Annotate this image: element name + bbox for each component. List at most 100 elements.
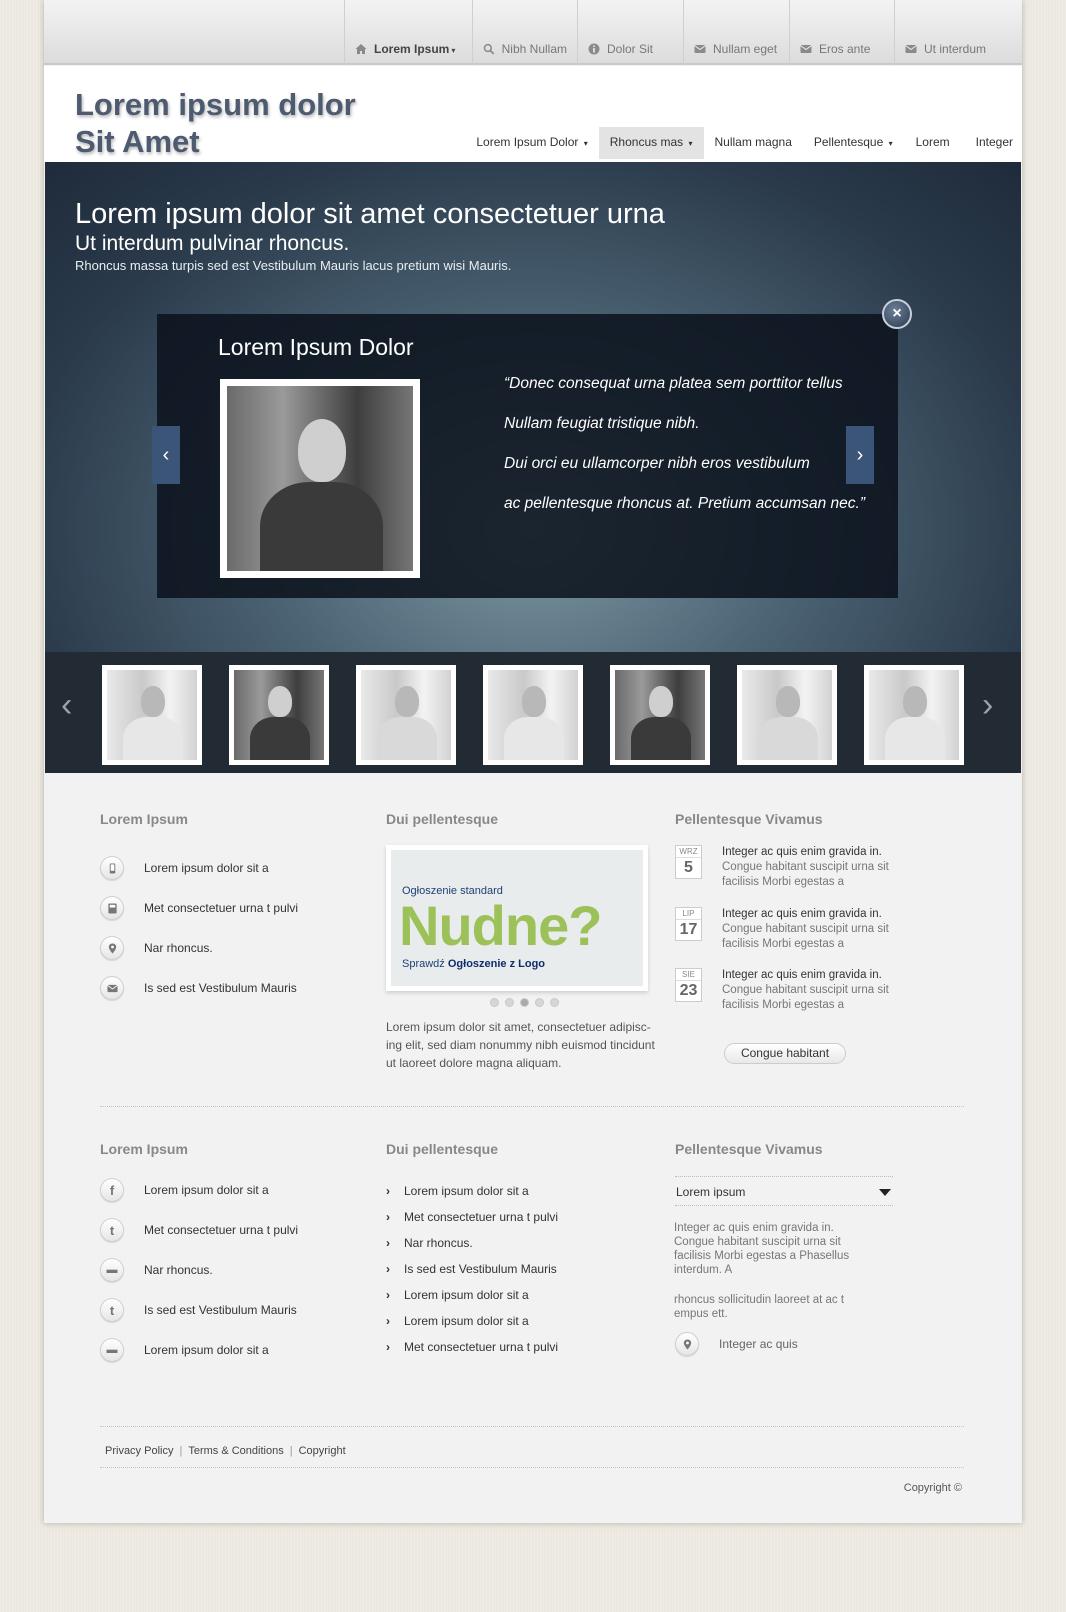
select-dropdown[interactable]: Lorem ipsum bbox=[675, 1176, 893, 1206]
thumbnail[interactable] bbox=[356, 665, 456, 765]
link-list-item[interactable]: › Is sed est Vestibulum Mauris bbox=[386, 1262, 557, 1276]
twitter-icon: t bbox=[100, 1298, 124, 1322]
strip-prev-arrow[interactable]: ‹ bbox=[61, 686, 72, 725]
link-list-item[interactable]: › Lorem ipsum dolor sit a bbox=[386, 1314, 529, 1328]
ad-banner[interactable]: Ogłoszenie standard Nudne? Sprawdź Ogłos… bbox=[386, 845, 648, 991]
top-nav: Lorem Ipsum ▾ Nibh Nullam Dolor Sit Nulla… bbox=[344, 0, 1022, 65]
slide-next-button[interactable]: › bbox=[846, 426, 874, 484]
thumbnail[interactable] bbox=[229, 665, 329, 765]
home-icon bbox=[355, 44, 367, 54]
contact-item-email[interactable]: Is sed est Vestibulum Mauris bbox=[100, 976, 297, 1000]
contact-item-phone[interactable]: Lorem ipsum dolor sit a bbox=[100, 856, 269, 880]
top-nav-item-lorem-ipsum[interactable]: Lorem Ipsum ▾ bbox=[344, 0, 472, 65]
social-link-youtube[interactable]: ▬ Lorem ipsum dolor sit a bbox=[100, 1338, 269, 1362]
main-nav-item-pellentesque[interactable]: Pellentesque ▾ bbox=[803, 127, 904, 159]
top-nav-item-eros-ante[interactable]: Eros ante bbox=[789, 0, 894, 65]
news-item[interactable]: LIP 17 Integer ac quis enim gravida in. Co… bbox=[675, 907, 897, 952]
chevron-right-icon: › bbox=[386, 1184, 390, 1198]
section1-col2-title: Dui pellentesque bbox=[386, 811, 499, 827]
hero-banner: Lorem ipsum dolor sit amet consectetuer … bbox=[45, 162, 1021, 652]
chevron-right-icon: › bbox=[386, 1262, 390, 1276]
social-link-youtube[interactable]: ▬ Nar rhoncus. bbox=[100, 1258, 213, 1282]
mail-icon bbox=[905, 45, 917, 53]
youtube-icon: ▬ bbox=[100, 1338, 124, 1362]
mail-icon bbox=[694, 45, 706, 53]
page: Lorem Ipsum ▾ Nibh Nullam Dolor Sit Nulla… bbox=[44, 0, 1022, 1523]
footer-link-terms[interactable]: Terms & Conditions bbox=[188, 1445, 283, 1457]
social-link-twitter[interactable]: t Met consectetuer urna t pulvi bbox=[100, 1218, 298, 1242]
slide-prev-button[interactable]: ‹ bbox=[152, 426, 180, 484]
slider-dot-active[interactable] bbox=[520, 998, 529, 1007]
header: Lorem ipsum dolor Sit Amet Lorem Ipsum D… bbox=[44, 66, 1022, 162]
chevron-down-icon: ▾ bbox=[583, 139, 588, 148]
top-nav-item-nullam-eget[interactable]: Nullam eget bbox=[683, 0, 789, 65]
main-nav-item-rhoncus-mas[interactable]: Rhoncus mas ▾ bbox=[598, 127, 704, 159]
section1-col3-title: Pellentesque Vivamus bbox=[675, 811, 823, 827]
phone-icon bbox=[100, 856, 124, 880]
footer-links: Privacy Policy | Terms & Conditions | Co… bbox=[105, 1445, 346, 1457]
section1-col1-title: Lorem Ipsum bbox=[100, 811, 188, 827]
chevron-right-icon: › bbox=[386, 1288, 390, 1302]
map-pin-icon bbox=[100, 936, 124, 960]
chevron-right-icon: › bbox=[386, 1340, 390, 1354]
link-list-item[interactable]: › Nar rhoncus. bbox=[386, 1236, 473, 1250]
thumbnail[interactable] bbox=[737, 665, 837, 765]
top-nav-item-nibh-nullam[interactable]: Nibh Nullam bbox=[472, 0, 577, 65]
thumbnail[interactable] bbox=[864, 665, 964, 765]
chevron-left-icon: ‹ bbox=[162, 444, 170, 466]
copyright-text: Copyright © bbox=[903, 1482, 962, 1494]
ad-slider-dots bbox=[490, 998, 559, 1007]
chevron-right-icon: › bbox=[856, 444, 864, 466]
slide-close-button[interactable]: × bbox=[882, 299, 912, 329]
footer-link-privacy[interactable]: Privacy Policy bbox=[105, 1445, 173, 1457]
mail-icon bbox=[800, 45, 812, 53]
footer-link-copyright[interactable]: Copyright bbox=[299, 1445, 346, 1457]
map-pin-icon bbox=[675, 1332, 699, 1356]
chevron-down-icon: ▾ bbox=[688, 139, 693, 148]
info-paragraph: Integer ac quis enim gravida in. Congue … bbox=[674, 1222, 850, 1276]
slider-dot[interactable] bbox=[535, 998, 544, 1007]
thumbnail[interactable] bbox=[102, 665, 202, 765]
slider-dot[interactable] bbox=[490, 998, 499, 1007]
main-nav-item-integer[interactable]: Integer bbox=[965, 127, 1022, 159]
info-paragraph: rhoncus sollicitudin laoreet at ac t emp… bbox=[674, 1294, 845, 1320]
location-item[interactable]: Integer ac quis bbox=[675, 1332, 798, 1356]
site-logo[interactable]: Lorem ipsum dolor Sit Amet bbox=[75, 86, 356, 160]
fax-icon bbox=[100, 896, 124, 920]
mail-icon bbox=[100, 976, 124, 1000]
link-list-item[interactable]: › Met consectetuer urna t pulvi bbox=[386, 1340, 558, 1354]
testimonial-quote: “Donec consequat urna platea sem porttit… bbox=[504, 375, 865, 512]
chevron-right-icon: › bbox=[386, 1210, 390, 1224]
congue-habitant-button[interactable]: Congue habitant bbox=[724, 1043, 846, 1064]
slider-dot[interactable] bbox=[550, 998, 559, 1007]
strip-next-arrow[interactable]: › bbox=[982, 686, 993, 725]
top-nav-item-dolor-sit[interactable]: Dolor Sit bbox=[577, 0, 683, 65]
top-nav-item-ut-interdum[interactable]: Ut interdum bbox=[894, 0, 1022, 65]
main-nav-item-lorem-ipsum-dolor[interactable]: Lorem Ipsum Dolor ▾ bbox=[465, 127, 598, 159]
chevron-right-icon: › bbox=[386, 1236, 390, 1250]
contact-item-fax[interactable]: Met consectetuer urna t pulvi bbox=[100, 896, 298, 920]
footer-divider bbox=[100, 1426, 964, 1427]
social-link-twitter[interactable]: t Is sed est Vestibulum Mauris bbox=[100, 1298, 297, 1322]
thumbnail[interactable] bbox=[483, 665, 583, 765]
chevron-right-icon: › bbox=[386, 1314, 390, 1328]
link-list-item[interactable]: › Lorem ipsum dolor sit a bbox=[386, 1184, 529, 1198]
thumbnail[interactable] bbox=[610, 665, 710, 765]
link-list-item[interactable]: › Met consectetuer urna t pulvi bbox=[386, 1210, 558, 1224]
hero-title: Lorem ipsum dolor sit amet consectetuer … bbox=[75, 198, 665, 230]
contact-item-location[interactable]: Nar rhoncus. bbox=[100, 936, 213, 960]
social-link-facebook[interactable]: f Lorem ipsum dolor sit a bbox=[100, 1178, 269, 1202]
main-nav-item-lorem[interactable]: Lorem bbox=[904, 127, 965, 159]
close-icon: × bbox=[892, 305, 902, 322]
main-nav-item-nullam-magna[interactable]: Nullam magna bbox=[704, 127, 803, 159]
news-item[interactable]: WRZ 5 Integer ac quis enim gravida in. Con… bbox=[675, 845, 897, 890]
chevron-left-icon: ‹ bbox=[61, 686, 73, 724]
testimonial-slide: Lorem Ipsum Dolor “Donec consequat urna … bbox=[157, 314, 898, 598]
section-divider bbox=[100, 1106, 964, 1107]
slider-dot[interactable] bbox=[505, 998, 514, 1007]
link-list-item[interactable]: › Lorem ipsum dolor sit a bbox=[386, 1288, 529, 1302]
news-item[interactable]: SIE 23 Integer ac quis enim gravida in. Co… bbox=[675, 968, 897, 1013]
search-icon bbox=[483, 43, 495, 55]
section2-col3-title: Pellentesque Vivamus bbox=[675, 1141, 823, 1157]
main-nav: Lorem Ipsum Dolor ▾ Rhoncus mas ▾ Nullam… bbox=[465, 127, 1022, 159]
